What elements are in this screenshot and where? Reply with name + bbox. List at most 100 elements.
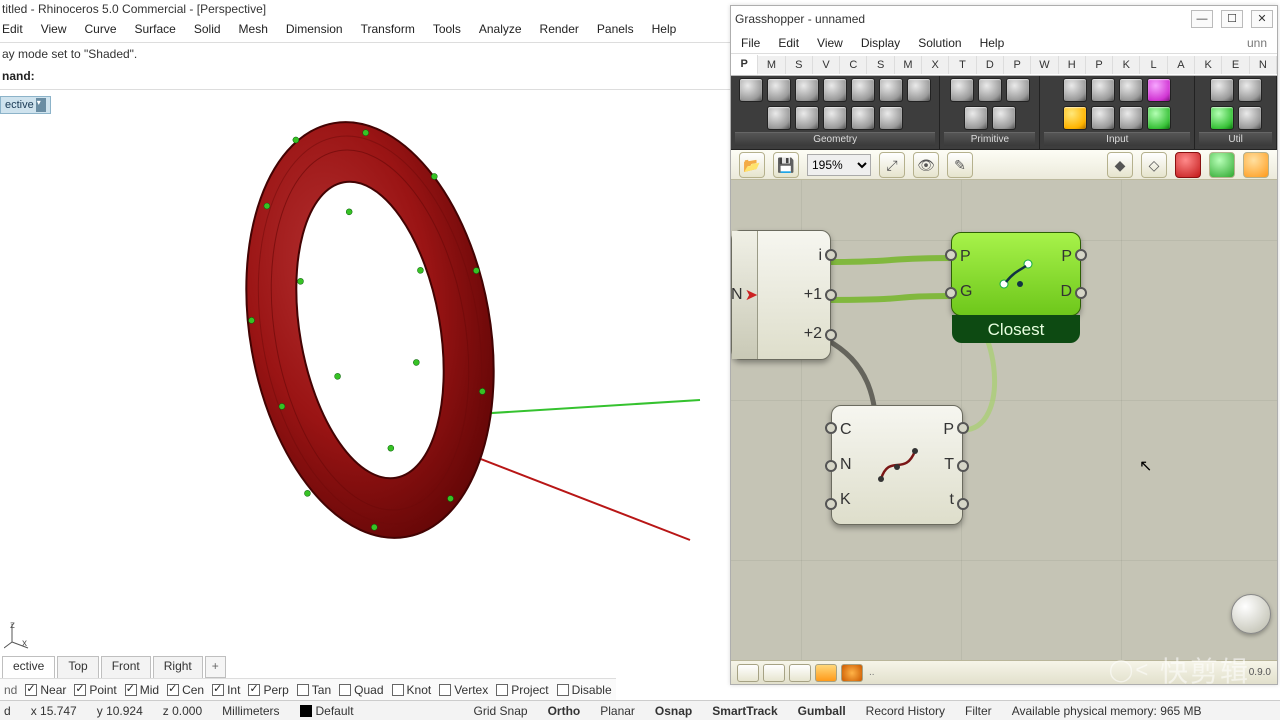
- gh-tab[interactable]: N: [1250, 56, 1277, 74]
- toggle-recordhistory[interactable]: Record History: [866, 704, 945, 718]
- gh-menu-display[interactable]: Display: [861, 36, 900, 50]
- ribbon-tool[interactable]: [767, 78, 791, 102]
- component-closest-point[interactable]: P G P D Closest: [951, 232, 1081, 316]
- gh-tab[interactable]: K: [1195, 56, 1222, 74]
- gh-tab[interactable]: P: [1004, 56, 1031, 74]
- viewport-tab-front[interactable]: Front: [101, 656, 151, 678]
- ribbon-tool[interactable]: [950, 78, 974, 102]
- component-curve-eval[interactable]: C N K P T t: [831, 405, 963, 525]
- ribbon-tool[interactable]: [1119, 106, 1143, 130]
- gh-menu-edit[interactable]: Edit: [778, 36, 799, 50]
- toggle-gridsnap[interactable]: Grid Snap: [474, 704, 528, 718]
- save-button[interactable]: 💾: [773, 152, 799, 178]
- ribbon-tool[interactable]: [879, 106, 903, 130]
- gh-menu-help[interactable]: Help: [980, 36, 1005, 50]
- menu-mesh[interactable]: Mesh: [239, 22, 268, 36]
- ribbon-tool[interactable]: [1147, 106, 1171, 130]
- ribbon-tool[interactable]: [1063, 106, 1087, 130]
- preview-wire-button[interactable]: ◇: [1141, 152, 1167, 178]
- toggle-smarttrack[interactable]: SmartTrack: [712, 704, 777, 718]
- mini-button[interactable]: [737, 664, 759, 682]
- gh-tab[interactable]: P: [1086, 56, 1113, 74]
- gh-tab[interactable]: W: [1031, 56, 1058, 74]
- zoom-extents-button[interactable]: ⤢: [879, 152, 905, 178]
- gh-menu-file[interactable]: File: [741, 36, 760, 50]
- ribbon-tool[interactable]: [1119, 78, 1143, 102]
- gh-menu-solution[interactable]: Solution: [918, 36, 961, 50]
- ribbon-tool[interactable]: [1063, 78, 1087, 102]
- menu-render[interactable]: Render: [540, 22, 579, 36]
- mini-button[interactable]: [815, 664, 837, 682]
- gh-tab[interactable]: V: [813, 56, 840, 74]
- osnap-perp[interactable]: Perp: [248, 683, 288, 697]
- output-i[interactable]: i: [778, 247, 822, 265]
- ribbon-tool[interactable]: [1091, 78, 1115, 102]
- mini-button[interactable]: [841, 664, 863, 682]
- osnap-int[interactable]: Int: [212, 683, 240, 697]
- chevron-down-icon[interactable]: [36, 98, 46, 112]
- toggle-gumball[interactable]: Gumball: [798, 704, 846, 718]
- window-maximize-button[interactable]: ☐: [1221, 10, 1243, 28]
- zoom-select[interactable]: 195%: [807, 154, 871, 176]
- output-t-lower[interactable]: t: [936, 491, 954, 509]
- gh-titlebar[interactable]: Grasshopper - unnamed — ☐ ✕: [731, 6, 1277, 32]
- status-units[interactable]: Millimeters: [222, 704, 279, 718]
- gh-tab[interactable]: P: [731, 55, 758, 75]
- perspective-viewport[interactable]: [0, 120, 730, 645]
- ribbon-tool[interactable]: [823, 78, 847, 102]
- output-p[interactable]: P: [1054, 248, 1072, 266]
- ribbon-tool[interactable]: [1091, 106, 1115, 130]
- gh-tab[interactable]: A: [1168, 56, 1195, 74]
- ribbon-tool[interactable]: [907, 78, 931, 102]
- toggle-ortho[interactable]: Ortho: [548, 704, 581, 718]
- ribbon-tool[interactable]: [992, 106, 1016, 130]
- menu-transform[interactable]: Transform: [361, 22, 415, 36]
- output-p2[interactable]: P: [936, 421, 954, 439]
- ribbon-tool[interactable]: [1147, 78, 1171, 102]
- ribbon-tool[interactable]: [1238, 106, 1262, 130]
- gh-tab[interactable]: K: [1113, 56, 1140, 74]
- osnap-knot[interactable]: Knot: [392, 683, 432, 697]
- menu-help[interactable]: Help: [652, 22, 677, 36]
- window-close-button[interactable]: ✕: [1251, 10, 1273, 28]
- gh-tab[interactable]: M: [895, 56, 922, 74]
- mini-button[interactable]: [763, 664, 785, 682]
- gh-tab[interactable]: X: [922, 56, 949, 74]
- ribbon-tool[interactable]: [739, 78, 763, 102]
- output-plus1[interactable]: +1: [778, 286, 822, 304]
- osnap-point[interactable]: Point: [74, 683, 116, 697]
- viewport-tab-perspective[interactable]: ective: [2, 656, 55, 678]
- osnap-disable[interactable]: Disable: [557, 683, 612, 697]
- open-button[interactable]: 📂: [739, 152, 765, 178]
- viewport-tab-add[interactable]: +: [205, 656, 226, 678]
- canvas-compass-icon[interactable]: [1231, 594, 1271, 634]
- preview-toggle[interactable]: 👁: [913, 152, 939, 178]
- gh-tab[interactable]: H: [1059, 56, 1086, 74]
- mini-button[interactable]: [789, 664, 811, 682]
- gh-tab[interactable]: T: [949, 56, 976, 74]
- ribbon-tool[interactable]: [879, 78, 903, 102]
- toggle-osnap[interactable]: Osnap: [655, 704, 692, 718]
- component-relative-item[interactable]: N ➤ i +1 +2: [731, 230, 831, 360]
- osnap-tan[interactable]: Tan: [297, 683, 331, 697]
- osnap-cen[interactable]: Cen: [167, 683, 204, 697]
- gh-tab[interactable]: L: [1140, 56, 1167, 74]
- osnap-quad[interactable]: Quad: [339, 683, 383, 697]
- ribbon-tool[interactable]: [795, 106, 819, 130]
- gh-menu-view[interactable]: View: [817, 36, 843, 50]
- ribbon-tool[interactable]: [964, 106, 988, 130]
- rhino-command-prompt[interactable]: nand:: [0, 65, 730, 90]
- preview-off-button[interactable]: [1175, 152, 1201, 178]
- viewport-name-dropdown[interactable]: ective: [0, 96, 51, 114]
- viewport-tab-right[interactable]: Right: [153, 656, 203, 678]
- gh-tab[interactable]: S: [786, 56, 813, 74]
- recompute-button[interactable]: [1209, 152, 1235, 178]
- ribbon-tool[interactable]: [978, 78, 1002, 102]
- menu-analyze[interactable]: Analyze: [479, 22, 522, 36]
- ribbon-tool[interactable]: [767, 106, 791, 130]
- gh-canvas[interactable]: N ➤ i +1 +2 P G P D: [731, 180, 1277, 664]
- menu-curve[interactable]: Curve: [84, 22, 116, 36]
- ribbon-tool[interactable]: [1210, 78, 1234, 102]
- window-minimize-button[interactable]: —: [1191, 10, 1213, 28]
- ribbon-tool[interactable]: [851, 78, 875, 102]
